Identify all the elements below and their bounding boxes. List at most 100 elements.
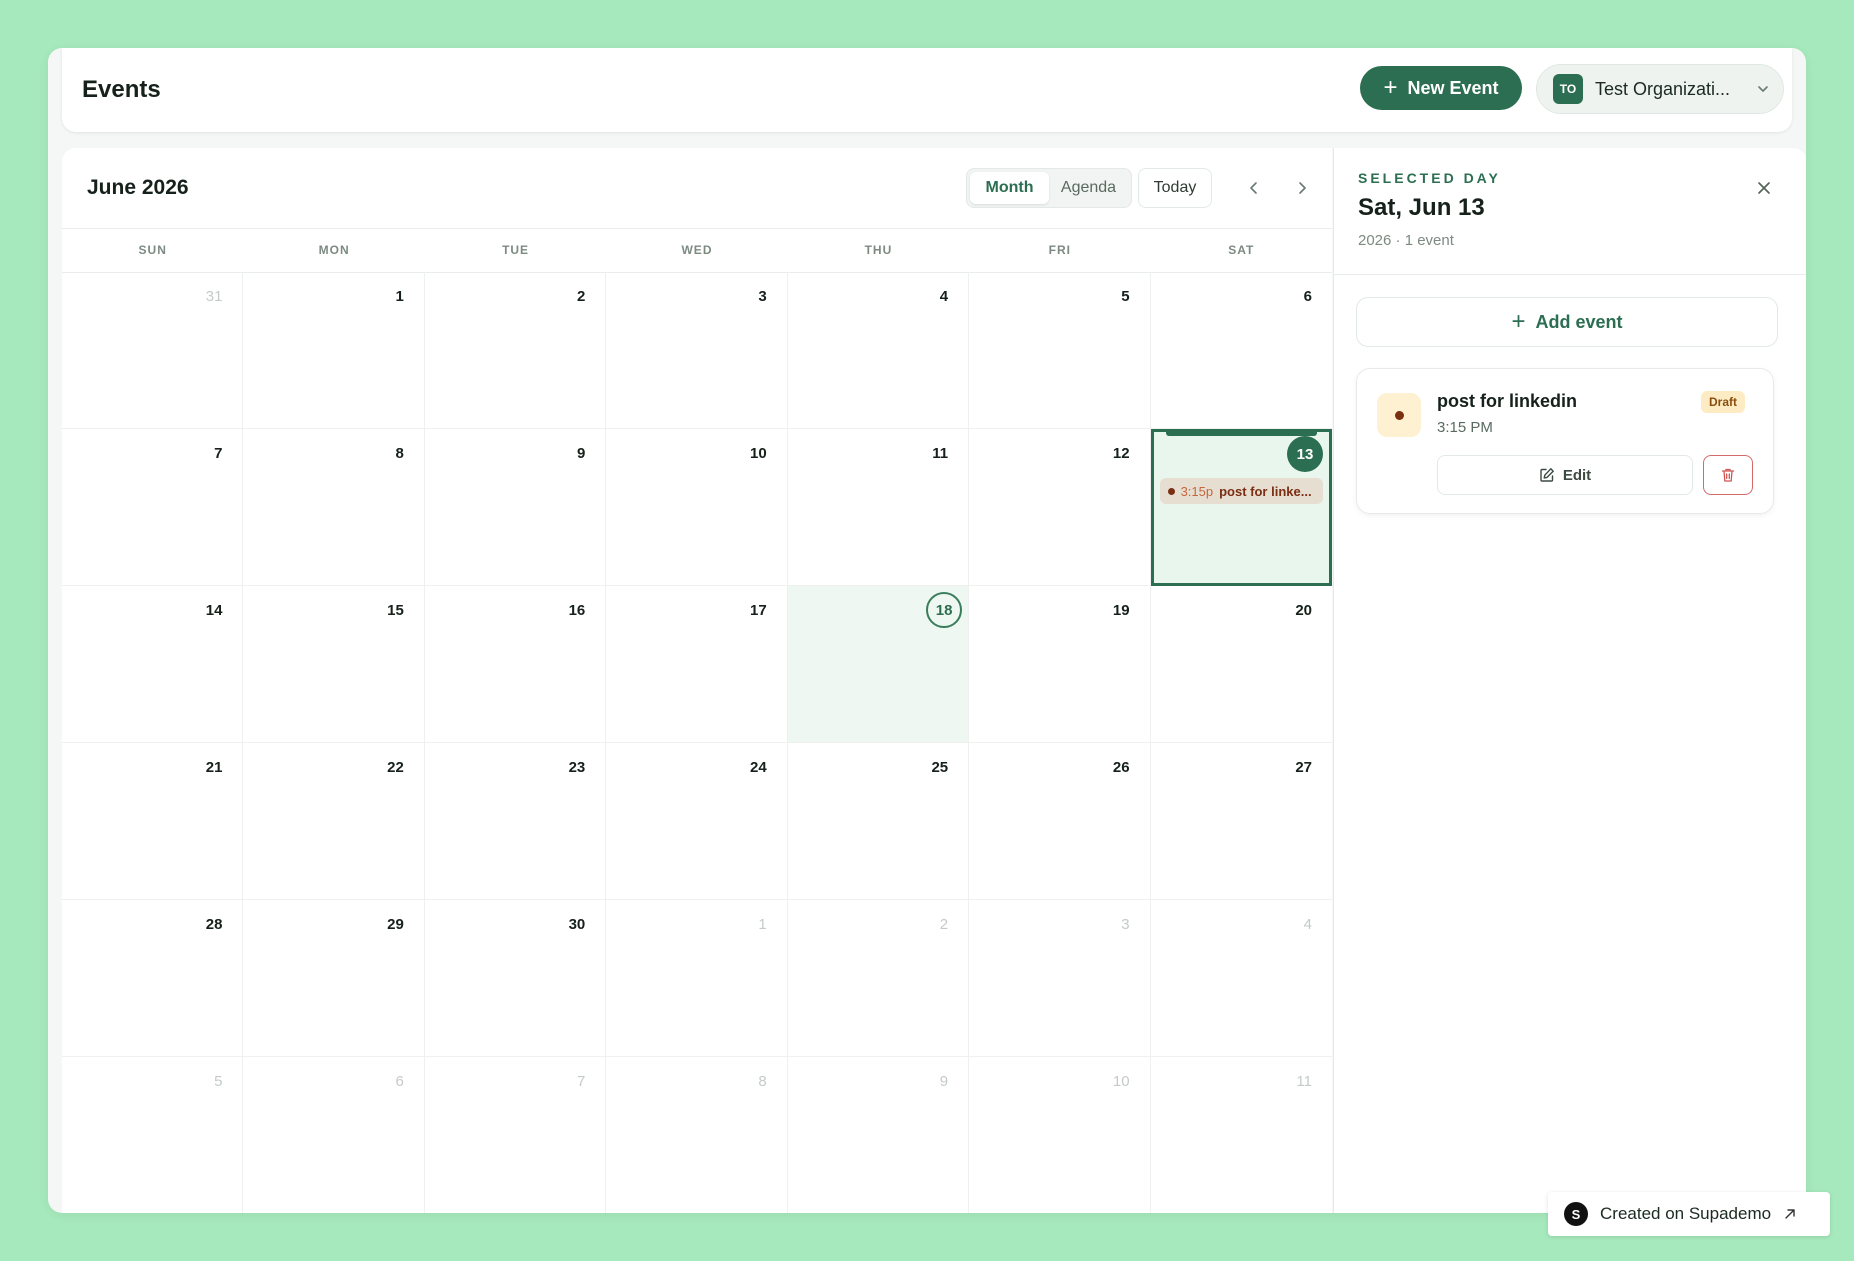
- day-number: 4: [939, 288, 949, 305]
- day-cell[interactable]: 27: [1150, 743, 1332, 900]
- day-number: 9: [939, 1073, 949, 1090]
- day-number: 8: [395, 445, 404, 462]
- new-event-label: New Event: [1407, 77, 1499, 98]
- day-cell[interactable]: 12: [969, 429, 1151, 586]
- day-cell[interactable]: 29: [243, 900, 425, 1057]
- plus-icon: +: [1511, 308, 1526, 335]
- day-number: 2: [576, 288, 586, 305]
- org-name: Test Organizati...: [1595, 78, 1731, 99]
- day-number: 24: [750, 759, 767, 776]
- day-cell[interactable]: 30: [424, 900, 607, 1057]
- day-cell[interactable]: 16: [424, 586, 607, 743]
- weekday-label: FRI: [1048, 243, 1072, 257]
- new-event-button[interactable]: + New Event: [1360, 66, 1522, 110]
- day-number: 8: [758, 1073, 767, 1090]
- day-number: 17: [750, 602, 767, 619]
- next-month-button[interactable]: [1286, 172, 1318, 204]
- day-number: 20: [1295, 602, 1312, 619]
- day-cell[interactable]: 2: [424, 272, 607, 429]
- day-cell[interactable]: 2: [787, 900, 970, 1057]
- weekday-label: MON: [318, 243, 350, 257]
- organization-switcher[interactable]: TO Test Organizati...: [1536, 64, 1784, 114]
- day-cell[interactable]: 7: [62, 429, 244, 586]
- day-number: 2: [939, 916, 949, 933]
- supademo-label: Created on Supademo: [1600, 1204, 1772, 1223]
- day-cell[interactable]: 5: [969, 272, 1151, 429]
- day-cell[interactable]: 5: [62, 1057, 244, 1213]
- day-cell[interactable]: 3: [606, 272, 788, 429]
- day-number: 16: [568, 602, 586, 619]
- today-button[interactable]: Today: [1138, 168, 1212, 208]
- close-panel-button[interactable]: [1748, 172, 1780, 204]
- supademo-badge-link[interactable]: S Created on Supademo: [1548, 1192, 1830, 1236]
- day-number: 15: [387, 602, 404, 619]
- day-cell[interactable]: 11: [1151, 1057, 1332, 1213]
- selected-day-title: Sat, Jun 13: [1358, 194, 1485, 221]
- day-cell[interactable]: 1: [243, 272, 425, 429]
- day-cell[interactable]: 21: [62, 743, 244, 900]
- add-event-button[interactable]: + Add event: [1356, 297, 1778, 347]
- day-cell[interactable]: 24: [606, 743, 788, 900]
- day-cell[interactable]: 28: [62, 900, 244, 1057]
- day-cell[interactable]: 17: [606, 586, 788, 743]
- day-number: 27: [1295, 759, 1312, 776]
- day-number: 1: [758, 916, 767, 933]
- day-cell[interactable]: 4: [787, 272, 970, 429]
- day-number: 14: [205, 602, 223, 619]
- day-cell[interactable]: 4: [1150, 900, 1332, 1057]
- selected-day-subtitle: 2026 · 1 event: [1358, 232, 1454, 249]
- prev-month-button[interactable]: [1238, 172, 1270, 204]
- day-cell[interactable]: 23: [424, 743, 607, 900]
- selected-day-header: SELECTED DAY Sat, Jun 13 2026 · 1 event: [1334, 148, 1806, 275]
- day-cell[interactable]: 10: [969, 1057, 1151, 1213]
- event-card[interactable]: post for linkedin 3:15 PM Draft Edit: [1356, 368, 1774, 514]
- event-title: post for linkedin: [1437, 391, 1578, 411]
- day-number: 19: [1112, 602, 1130, 619]
- day-cell-today[interactable]: 18: [787, 586, 970, 743]
- day-cell[interactable]: 9: [788, 1057, 970, 1213]
- day-cell[interactable]: 9: [424, 429, 607, 586]
- day-cell[interactable]: 11: [787, 429, 970, 586]
- edit-label: Edit: [1562, 466, 1592, 484]
- month-grid: 31 1 2 3 4 5 6 7 8 9 10 11 12 13 3:15p post for linke..…: [62, 272, 1332, 1213]
- weekday-label: TUE: [502, 243, 530, 257]
- view-agenda-tab[interactable]: Agenda: [1049, 172, 1128, 204]
- event-chip-time: 3:15p: [1180, 483, 1214, 499]
- day-number: 6: [1303, 288, 1312, 305]
- day-cell[interactable]: 7: [425, 1057, 607, 1213]
- day-cell[interactable]: 8: [606, 1057, 788, 1213]
- day-number: 10: [1112, 1073, 1130, 1090]
- delete-event-button[interactable]: [1703, 455, 1753, 495]
- day-cell-selected[interactable]: 13 3:15p post for linke...: [1150, 429, 1332, 586]
- event-time: 3:15 PM: [1437, 419, 1493, 436]
- day-cell[interactable]: 26: [969, 743, 1151, 900]
- day-cell[interactable]: 20: [1150, 586, 1332, 743]
- day-cell[interactable]: 25: [787, 743, 970, 900]
- day-cell[interactable]: 8: [243, 429, 425, 586]
- chevron-right-icon: [1299, 182, 1306, 194]
- weekday-label: THU: [864, 243, 893, 257]
- month-title: June 2026: [87, 176, 189, 199]
- day-number: 10: [750, 445, 767, 462]
- day-cell[interactable]: 15: [243, 586, 425, 743]
- day-number: 30: [568, 916, 586, 933]
- edit-event-button[interactable]: Edit: [1437, 455, 1693, 495]
- day-cell[interactable]: 6: [1150, 272, 1332, 429]
- day-cell[interactable]: 3: [969, 900, 1151, 1057]
- day-number: 1: [395, 288, 404, 305]
- day-cell[interactable]: 31: [62, 272, 244, 429]
- view-month-tab[interactable]: Month: [970, 172, 1049, 204]
- day-cell[interactable]: 22: [243, 743, 425, 900]
- day-cell[interactable]: 6: [243, 1057, 425, 1213]
- day-cell[interactable]: 10: [606, 429, 788, 586]
- day-cell[interactable]: 1: [606, 900, 788, 1057]
- day-number: 7: [214, 445, 223, 462]
- status-badge: Draft: [1701, 391, 1746, 413]
- day-cell[interactable]: 19: [969, 586, 1151, 743]
- event-chip[interactable]: 3:15p post for linke...: [1159, 478, 1323, 504]
- day-cell[interactable]: 14: [62, 586, 244, 743]
- weekday-header: SUN MON TUE WED THU FRI SAT: [62, 228, 1332, 273]
- calendar-header: June 2026 Month Agenda Today: [62, 148, 1332, 229]
- selected-day-panel: SELECTED DAY Sat, Jun 13 2026 · 1 event …: [1333, 148, 1806, 1213]
- day-number: 12: [1112, 445, 1130, 462]
